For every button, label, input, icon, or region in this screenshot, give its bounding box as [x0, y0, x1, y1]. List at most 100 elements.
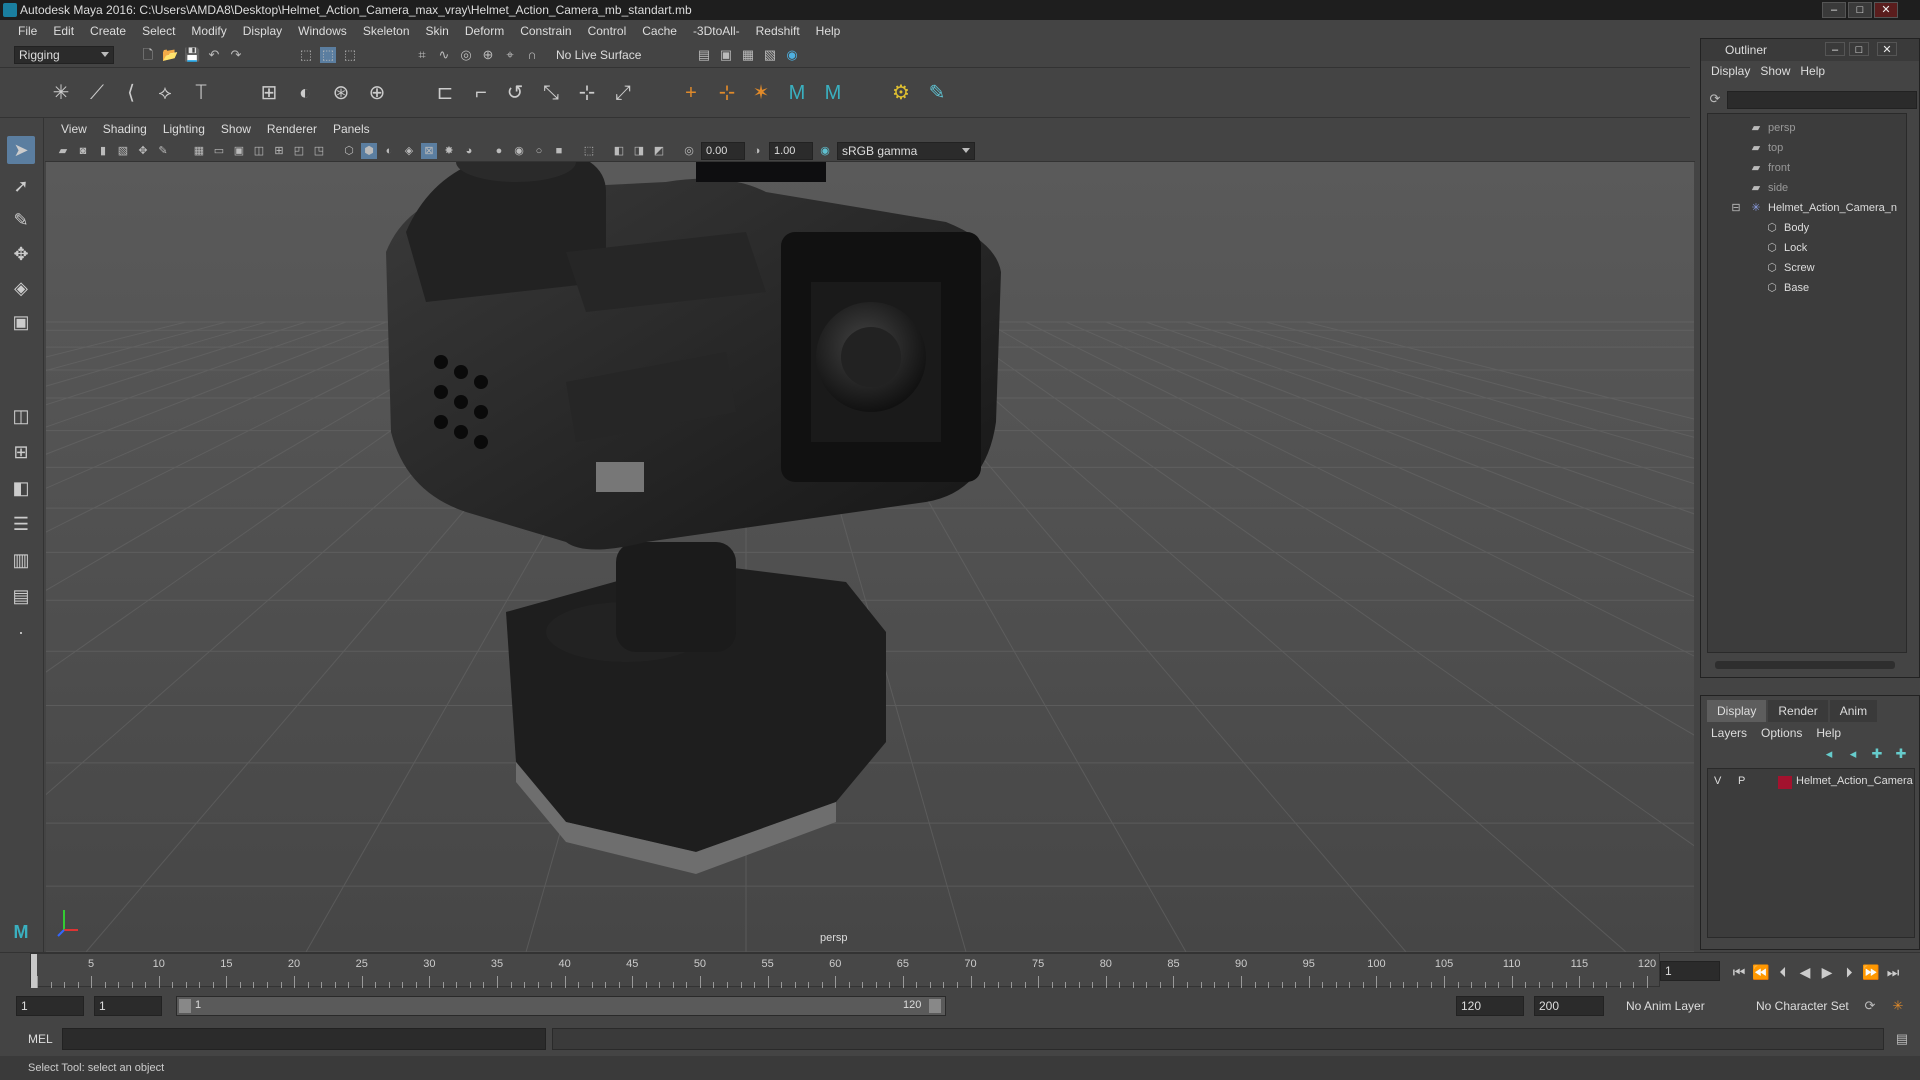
viewport-3d[interactable] [46, 162, 1694, 952]
snap-magnet-icon[interactable]: ∩ [524, 47, 540, 63]
bookmark-icon[interactable]: ▮ [95, 143, 111, 159]
ik-spline-icon[interactable]: ⟨ [116, 78, 146, 108]
collapse-icon[interactable]: ⊟ [1728, 198, 1744, 218]
select-component-icon[interactable]: ⬚ [342, 47, 358, 63]
outliner-item-body[interactable]: ⬡ Body [1764, 218, 1809, 238]
maximize-button[interactable]: □ [1848, 2, 1872, 18]
graph-layout-icon[interactable]: ▥ [7, 546, 35, 574]
outliner-search-field[interactable] [1727, 91, 1917, 109]
command-input[interactable] [62, 1028, 546, 1050]
joint-tool-icon[interactable]: ✳ [46, 78, 76, 108]
exposure-field[interactable]: 0.00 [701, 142, 745, 160]
render-settings-icon[interactable]: ▤ [696, 47, 712, 63]
go-to-start-icon[interactable]: ⏮ [1730, 963, 1748, 981]
menu-select[interactable]: Select [134, 20, 183, 42]
cluster-icon[interactable]: ⊕ [362, 78, 392, 108]
outliner-item-side[interactable]: ▰ side [1748, 178, 1788, 198]
outliner-menu-show[interactable]: Show [1760, 64, 1800, 78]
outliner-hscrollbar[interactable] [1715, 661, 1895, 669]
shadows-icon[interactable]: ◕ [461, 143, 477, 159]
two-pane-icon[interactable]: ◧ [7, 474, 35, 502]
ik-handle-icon[interactable]: ⟋ [82, 78, 112, 108]
snap-grid-icon[interactable]: ⌗ [414, 47, 430, 63]
layer-visibility-toggle[interactable]: V [1714, 775, 1721, 787]
anim-layer-dropdown[interactable]: No Anim Layer [1626, 999, 1705, 1013]
menu-display[interactable]: Display [235, 20, 290, 42]
outliner-menu-help[interactable]: Help [1800, 64, 1835, 78]
vp-menu-lighting[interactable]: Lighting [155, 122, 213, 136]
save-scene-icon[interactable]: 💾 [184, 47, 200, 63]
tab-display[interactable]: Display [1707, 700, 1767, 722]
safe-action-icon[interactable]: ◰ [291, 143, 307, 159]
outliner-menu-display[interactable]: Display [1711, 64, 1760, 78]
locator-icon[interactable]: + [676, 78, 706, 108]
range-end-handle[interactable] [929, 999, 941, 1013]
snap-point-icon[interactable]: ◎ [458, 47, 474, 63]
tab-render[interactable]: Render [1768, 700, 1828, 722]
pole-vector-icon[interactable]: ⤢ [608, 78, 638, 108]
outliner-list[interactable]: ▰ persp ▰ top ▰ front ▰ side ⊟ ✳ Helmet_Action… [1707, 113, 1907, 653]
layer-menu-options[interactable]: Options [1761, 726, 1816, 740]
vp-menu-panels[interactable]: Panels [325, 122, 378, 136]
character-set-dropdown[interactable]: No Character Set [1756, 999, 1849, 1013]
outliner-close-button[interactable]: ✕ [1877, 42, 1897, 56]
grid-icon[interactable]: ▦ [191, 143, 207, 159]
point-constraint-icon[interactable]: ⌐ [466, 78, 496, 108]
layer-playback-toggle[interactable]: P [1738, 775, 1745, 787]
menu-redshift[interactable]: Redshift [748, 20, 808, 42]
gamma-field[interactable]: 1.00 [769, 142, 813, 160]
select-object-icon[interactable]: ⬚ [320, 47, 336, 63]
use-lights-icon[interactable]: ✸ [441, 143, 457, 159]
scene-end-field[interactable]: 200 [1534, 996, 1604, 1016]
gamma-icon[interactable]: ◑ [749, 143, 765, 159]
persp-outliner-icon[interactable]: ▤ [7, 582, 35, 610]
paint-select-icon[interactable]: ✎ [7, 206, 35, 234]
mirror-joint-icon[interactable]: ⟙ [186, 78, 216, 108]
playback-start-field[interactable]: 1 [94, 996, 162, 1016]
snap-view-icon[interactable]: ⊕ [480, 47, 496, 63]
menu-windows[interactable]: Windows [290, 20, 355, 42]
layer-move-up-icon[interactable]: ◂ [1821, 746, 1837, 762]
grease-pencil-icon[interactable]: ✎ [155, 143, 171, 159]
menu-3dtoall[interactable]: -3DtoAll- [685, 20, 748, 42]
orient-constraint-icon[interactable]: ↺ [500, 78, 530, 108]
menu-deform[interactable]: Deform [457, 20, 512, 42]
camera-lock-icon[interactable]: ◙ [75, 143, 91, 159]
textured-icon[interactable]: ⊠ [421, 143, 437, 159]
outliner-item-top[interactable]: ▰ top [1748, 138, 1784, 158]
more-layouts-icon[interactable]: · [7, 618, 35, 646]
character-icon[interactable]: ✶ [746, 78, 776, 108]
default-material-icon[interactable]: ◐ [381, 143, 397, 159]
go-to-end-icon[interactable]: ⏭ [1884, 963, 1902, 981]
resolution-gate-icon[interactable]: ▣ [231, 143, 247, 159]
outliner-minimize-button[interactable]: – [1825, 42, 1845, 56]
layer-row[interactable]: V P Helmet_Action_Camera [1708, 773, 1914, 793]
open-scene-icon[interactable]: 📂 [162, 47, 178, 63]
maya-tool-icon[interactable]: M [782, 78, 812, 108]
current-frame-field[interactable]: 1 [1660, 961, 1720, 981]
menu-edit[interactable]: Edit [45, 20, 82, 42]
color-space-dropdown[interactable]: sRGB gamma [837, 142, 975, 160]
ambient-occlusion-icon[interactable]: ● [491, 143, 507, 159]
layer-list[interactable]: V P Helmet_Action_Camera [1707, 768, 1915, 938]
anim-prefs-icon[interactable]: ✳ [1890, 998, 1906, 1014]
menuset-dropdown[interactable]: Rigging [14, 46, 114, 64]
scene-start-field[interactable]: 1 [16, 996, 84, 1016]
menu-modify[interactable]: Modify [183, 20, 234, 42]
menu-file[interactable]: File [10, 20, 45, 42]
move-tool-icon[interactable]: ✥ [7, 240, 35, 268]
layer-move-down-icon[interactable]: ◂ [1845, 746, 1861, 762]
snap-curve-icon[interactable]: ∿ [436, 47, 452, 63]
film-gate-icon[interactable]: ▭ [211, 143, 227, 159]
field-chart-icon[interactable]: ⊞ [271, 143, 287, 159]
ipr-render-icon[interactable]: ▦ [740, 47, 756, 63]
range-slider[interactable]: 1 120 [176, 996, 946, 1016]
layer-name[interactable]: Helmet_Action_Camera [1796, 775, 1913, 787]
step-forward-frame-icon[interactable]: ⏵ [1840, 963, 1858, 981]
select-hierarchy-icon[interactable]: ⬚ [298, 47, 314, 63]
step-back-key-icon[interactable]: ⏪ [1752, 963, 1770, 981]
scene-canvas[interactable] [46, 162, 1694, 952]
range-start-handle[interactable] [179, 999, 191, 1013]
scale-constraint-icon[interactable]: ⤡ [536, 78, 566, 108]
new-layer-icon[interactable]: ✚ [1869, 746, 1885, 762]
